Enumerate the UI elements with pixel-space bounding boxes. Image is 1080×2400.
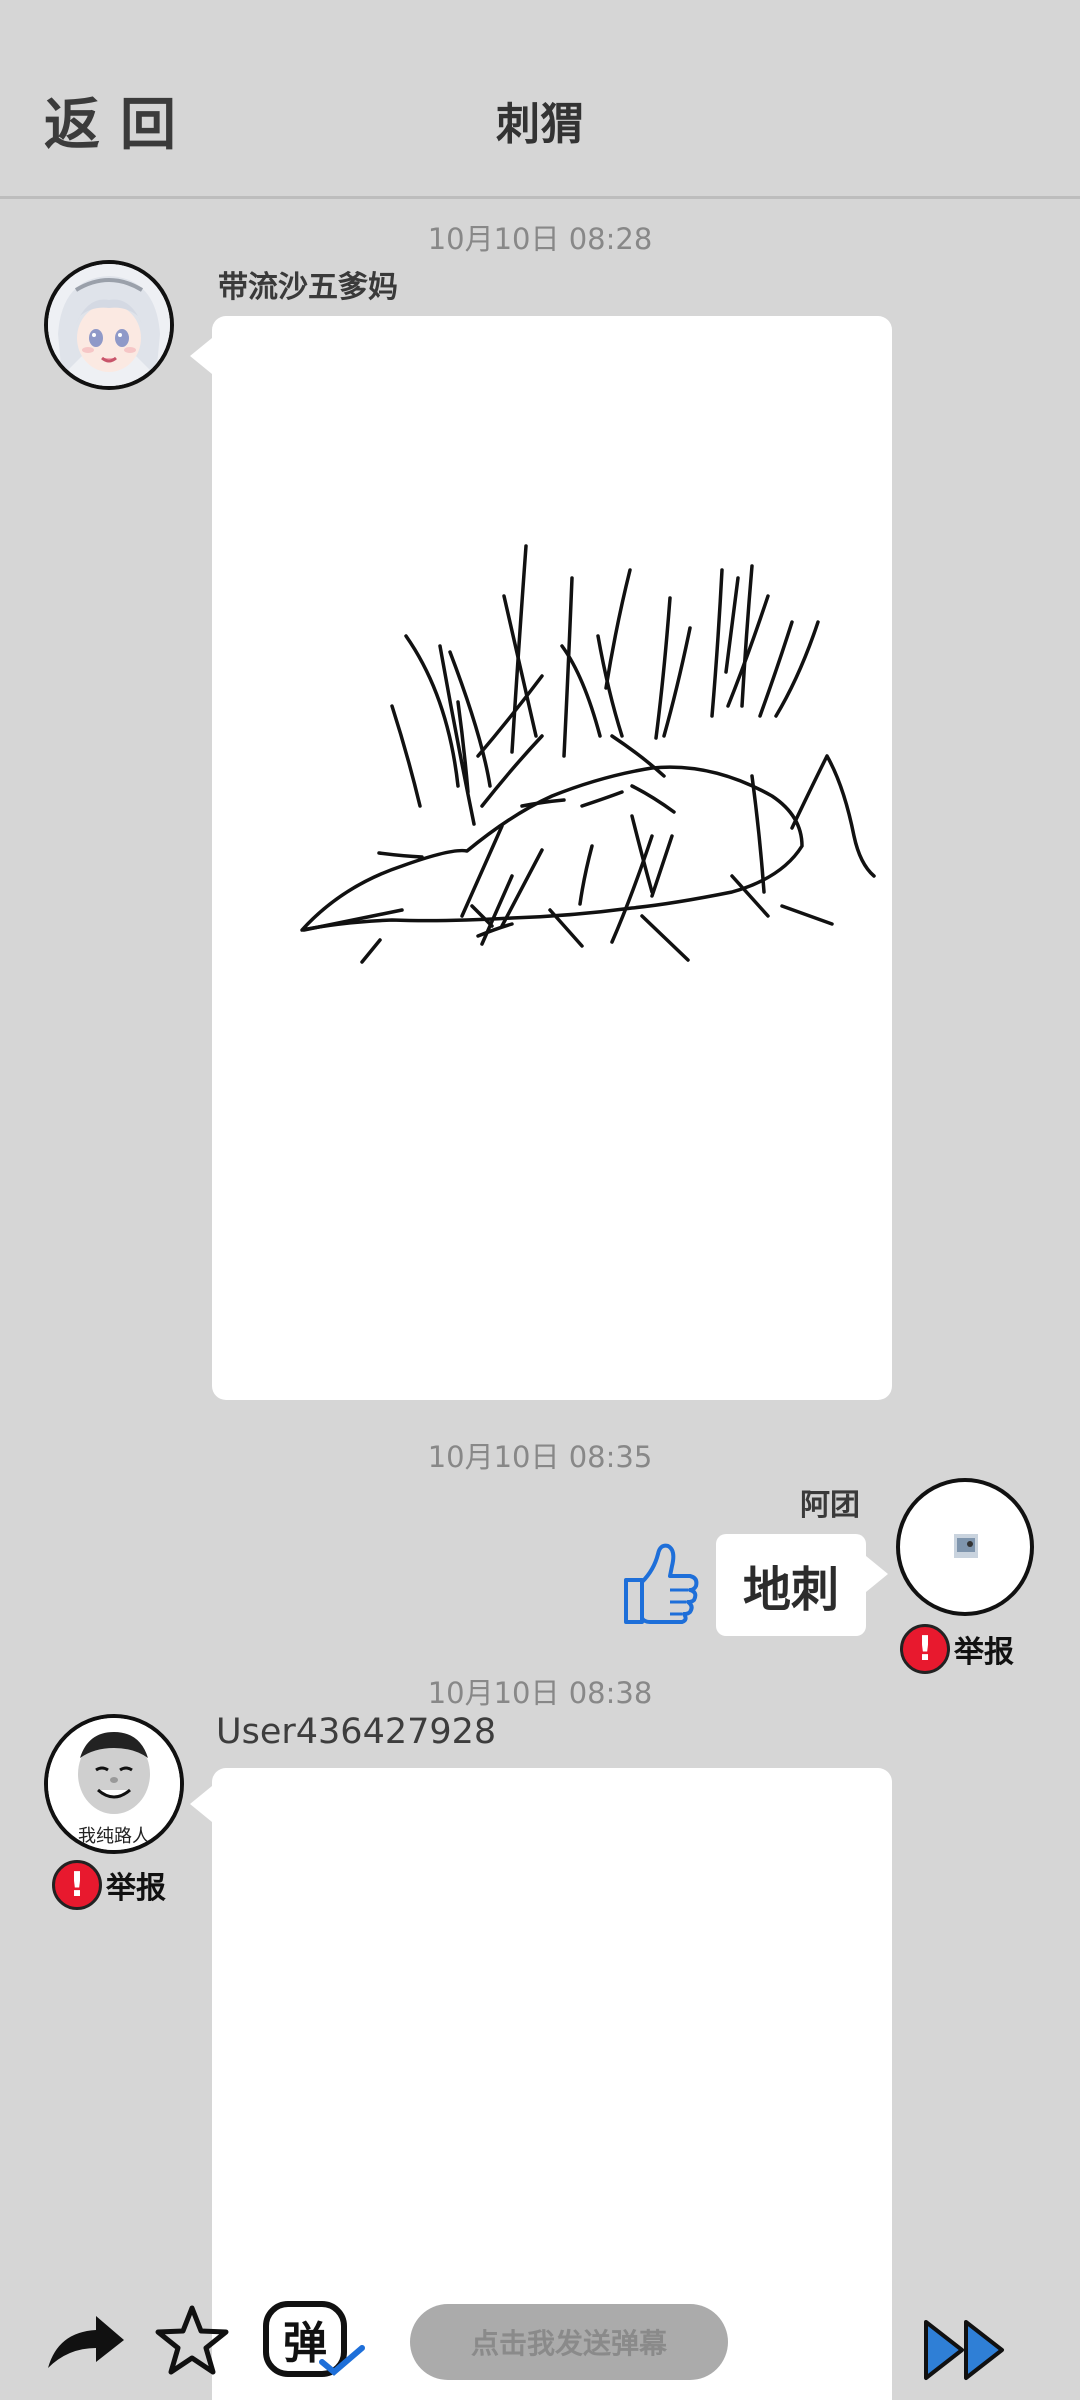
star-icon[interactable]: [154, 2304, 230, 2380]
fast-forward-icon[interactable]: [920, 2318, 1012, 2386]
avatar[interactable]: [896, 1478, 1034, 1616]
alert-icon: !: [900, 1624, 950, 1674]
drawing-bubble[interactable]: [212, 316, 892, 1400]
danmaku-input[interactable]: 点击我发送弹幕: [410, 2304, 728, 2380]
share-arrow-icon[interactable]: [44, 2310, 128, 2378]
sender-name: 带流沙五爹妈: [218, 270, 398, 305]
message-timestamp: 10月10日 08:28: [427, 222, 653, 256]
bubble-tail: [190, 1786, 212, 1822]
hedgehog-drawing: [300, 544, 876, 964]
report-label: 举报: [954, 1635, 1014, 1670]
alert-icon: !: [52, 1860, 102, 1910]
sender-name: User436427928: [216, 1712, 497, 1752]
like-icon[interactable]: [620, 1540, 700, 1630]
sender-name: 阿团: [800, 1488, 860, 1523]
report-button[interactable]: ! 举报: [900, 1624, 1014, 1674]
avatar-caption: 我纯路人: [78, 1826, 150, 1847]
bubble-tail: [866, 1556, 888, 1592]
report-button[interactable]: ! 举报: [52, 1860, 166, 1910]
header: 返回 刺猬: [0, 0, 1080, 199]
page-title: 刺猬: [496, 99, 584, 150]
broken-image-icon: [954, 1534, 978, 1558]
text-bubble[interactable]: 地刺: [716, 1534, 866, 1636]
message-timestamp: 10月10日 08:35: [427, 1440, 653, 1474]
avatar[interactable]: [44, 260, 174, 390]
danmaku-toggle-icon[interactable]: 弹: [262, 2300, 366, 2384]
anime-avatar-icon: [48, 264, 170, 386]
avatar[interactable]: 我纯路人: [44, 1714, 184, 1854]
message-timestamp: 10月10日 08:38: [427, 1676, 653, 1710]
report-label: 举报: [106, 1871, 166, 1906]
message-text: 地刺: [742, 1562, 839, 1618]
bubble-tail: [190, 338, 212, 374]
